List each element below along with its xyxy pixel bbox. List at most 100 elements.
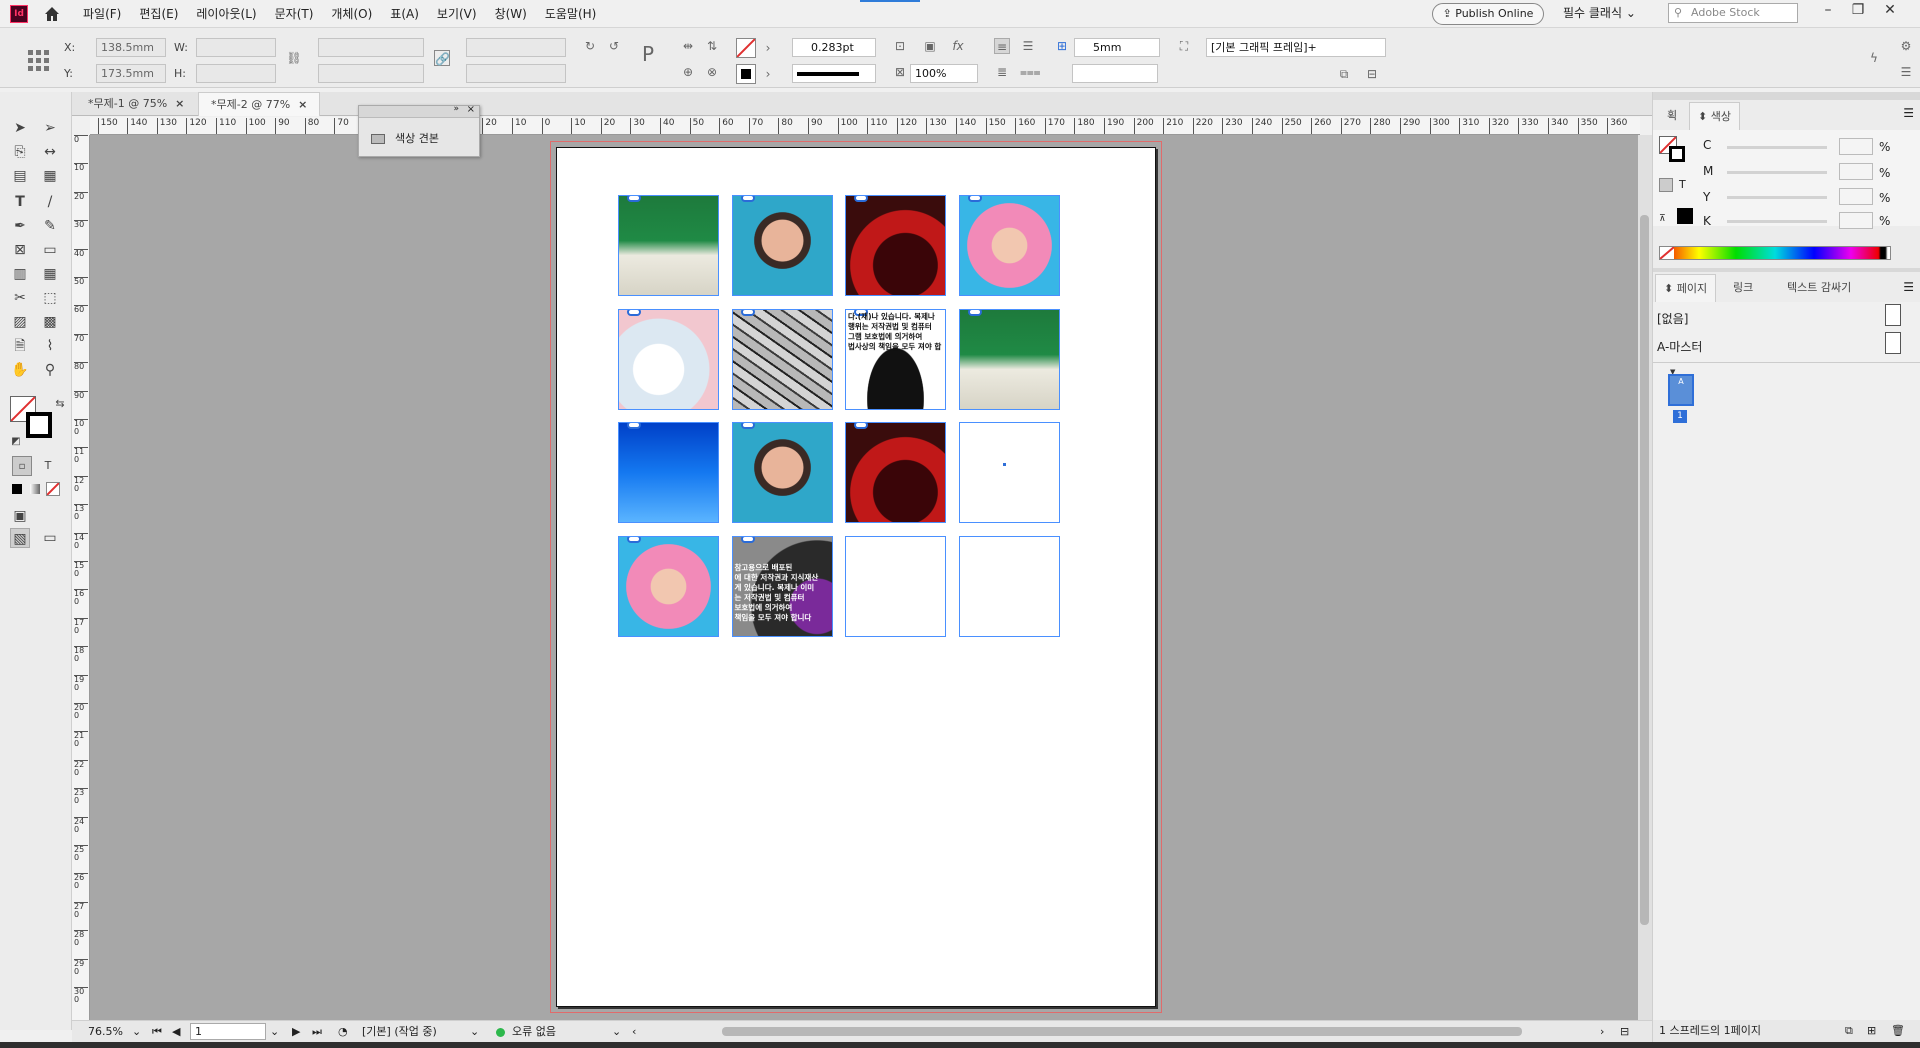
magenta-field[interactable]	[1839, 163, 1873, 180]
last-page-icon[interactable]: ⏭	[312, 1021, 322, 1043]
color-spectrum[interactable]	[1659, 246, 1891, 260]
tab-color[interactable]: ⬍ 색상	[1689, 102, 1740, 130]
page-1-thumbnail[interactable]: A	[1668, 374, 1694, 406]
rotate-cw-icon[interactable]: ↻	[582, 38, 598, 54]
preflight-status[interactable]: 오류 없음	[512, 1021, 556, 1043]
menu-view[interactable]: 보기(V)	[428, 0, 486, 28]
empty-graphic-frame[interactable]	[958, 535, 1060, 637]
close-icon[interactable]: ×	[467, 104, 475, 115]
auto-fit-icon[interactable]: ⧉	[1336, 66, 1352, 82]
tab-stroke[interactable]: 획	[1659, 102, 1685, 130]
tab-document-2[interactable]: *무제-2 @ 77% ×	[198, 92, 321, 116]
restore-button[interactable]: ❐	[1842, 0, 1874, 22]
yellow-slider[interactable]	[1727, 196, 1827, 199]
link-icon[interactable]	[740, 309, 755, 316]
rectangle-tool-icon[interactable]: ▭	[40, 240, 60, 260]
image-frame[interactable]	[731, 422, 833, 523]
wrap-none-icon[interactable]: ≡	[994, 38, 1010, 54]
x-field[interactable]: 138.5mm	[96, 38, 166, 57]
stroke-dropdown-icon[interactable]: ›	[760, 66, 776, 82]
stroke-black-swatch[interactable]	[736, 64, 756, 84]
rotate-ccw-icon[interactable]: ↺	[606, 38, 622, 54]
rotate-field[interactable]	[466, 38, 566, 57]
minimize-button[interactable]: –	[1812, 0, 1844, 22]
shear-field[interactable]	[466, 64, 566, 83]
image-frame[interactable]	[618, 308, 719, 410]
page-tool-icon[interactable]: ⎘	[10, 142, 30, 162]
panel-menu-icon[interactable]: ☰	[1898, 64, 1914, 80]
wrap-shape-icon[interactable]: ≣	[994, 64, 1010, 80]
image-frame[interactable]	[731, 195, 833, 296]
a-master-item[interactable]: A-마스터	[1657, 338, 1702, 355]
frame-options-icon[interactable]: ⊟	[1364, 66, 1380, 82]
fill-none-swatch[interactable]	[736, 38, 756, 58]
link-icon[interactable]	[627, 196, 641, 202]
frame-fitting-icon[interactable]: ⛶	[1176, 38, 1192, 54]
horizontal-ruler[interactable]: 1601501401301201101009080706050403020100…	[90, 117, 1640, 135]
object-style-select[interactable]: [기본 그래픽 프레임]+	[1206, 38, 1386, 57]
preview-mode-icon[interactable]: ▭	[40, 528, 60, 548]
wrap-jump-icon[interactable]: ⩶	[1020, 64, 1041, 80]
w-field[interactable]	[196, 38, 276, 57]
document-page[interactable]: 다.(재)나 있습니다. 복제나 행위는 저작권법 및 컴퓨터 그램 보호법에 …	[556, 147, 1156, 1007]
scale-y-field[interactable]	[318, 64, 424, 83]
select-content-icon[interactable]: ⊗	[704, 64, 720, 80]
fill-dropdown-icon[interactable]: ›	[760, 40, 776, 56]
swatches-floating-panel[interactable]: » × 색상 견본	[358, 104, 480, 157]
link-icon[interactable]	[627, 309, 641, 316]
close-button[interactable]: ✕	[1874, 0, 1906, 22]
tab-pages[interactable]: ⬍ 페이지	[1655, 274, 1717, 302]
table-tool-icon[interactable]: ▥	[10, 264, 30, 284]
first-page-icon[interactable]: ⏮	[152, 1021, 162, 1043]
collapse-icon[interactable]: »	[453, 104, 459, 114]
menu-type[interactable]: 문자(T)	[266, 0, 323, 28]
chevron-down-icon[interactable]: ⌄	[270, 1021, 279, 1043]
constrain-scale-icon[interactable]: 🔗	[434, 50, 450, 66]
apply-none-icon[interactable]	[46, 482, 60, 496]
image-frame[interactable]	[618, 422, 719, 523]
publish-online-button[interactable]: ⇪ Publish Online	[1432, 3, 1544, 25]
gap-field[interactable]: 5mm	[1074, 38, 1160, 57]
drop-shadow-icon[interactable]: ▣	[922, 38, 938, 54]
new-page-icon[interactable]: ⊞	[1867, 1020, 1876, 1042]
line-tool-icon[interactable]: /	[40, 192, 60, 212]
stroke-swatch-black[interactable]	[1669, 146, 1685, 162]
hand-tool-icon[interactable]: ✋	[10, 360, 30, 380]
vertical-ruler[interactable]: 0 10 20 30 40 50 60 70 80 90 100 110 120 130 140 150 160…	[72, 135, 90, 1025]
rect-frame-tool-icon[interactable]: ⊠	[10, 240, 30, 260]
link-icon[interactable]	[967, 309, 982, 316]
screen-mode-icon[interactable]: ▧	[10, 528, 30, 548]
scroll-left-icon[interactable]: ‹	[632, 1021, 636, 1043]
zoom-level[interactable]: 76.5%	[88, 1021, 123, 1043]
image-frame[interactable]: 다.(재)나 있습니다. 복제나 행위는 저작권법 및 컴퓨터 그램 보호법에 …	[845, 308, 946, 410]
stroke-swatch-black[interactable]	[26, 412, 52, 438]
grid-tool-icon[interactable]: ▦	[40, 264, 60, 284]
scissors-tool-icon[interactable]: ✂	[10, 288, 30, 308]
formatting-container-icon[interactable]	[1659, 178, 1673, 192]
formatting-text-icon[interactable]: T	[1679, 178, 1686, 191]
flip-horizontal-icon[interactable]: ⇹	[680, 38, 696, 54]
link-icon[interactable]	[627, 536, 641, 543]
image-frame[interactable]: 참고용으로 배포된 에 대한 저작권과 지식재산 게 있습니다. 복제나 이미 …	[731, 535, 833, 637]
normal-view-icon[interactable]: ▣	[10, 506, 30, 526]
reference-point-icon[interactable]	[26, 48, 52, 74]
stroke-type-field[interactable]	[792, 64, 876, 83]
open-page-icon[interactable]: ◔	[338, 1021, 348, 1043]
link-icon[interactable]	[967, 196, 982, 202]
close-icon[interactable]: ×	[298, 98, 307, 111]
settings-gear-icon[interactable]: ⚙	[1898, 38, 1914, 54]
link-icon[interactable]	[627, 423, 641, 429]
link-icon[interactable]	[854, 196, 868, 202]
scrollbar-thumb[interactable]	[1640, 215, 1649, 925]
cyan-slider[interactable]	[1727, 146, 1827, 149]
image-frame[interactable]	[845, 422, 946, 523]
gradient-swatch-tool-icon[interactable]: ▨	[10, 312, 30, 332]
apply-color-icon[interactable]	[12, 484, 22, 494]
chevron-down-icon[interactable]: ⌄	[470, 1021, 479, 1043]
stroke-weight-field[interactable]: 0.283pt	[792, 38, 876, 57]
pasteboard[interactable]: 다.(재)나 있습니다. 복제나 행위는 저작권법 및 컴퓨터 그램 보호법에 …	[90, 135, 1638, 1020]
y-field[interactable]: 173.5mm	[96, 64, 166, 83]
gradient-feather-tool-icon[interactable]: ▩	[40, 312, 60, 332]
apply-gradient-icon[interactable]	[30, 484, 40, 494]
swap-colors-icon[interactable]: ⇆	[50, 394, 70, 414]
